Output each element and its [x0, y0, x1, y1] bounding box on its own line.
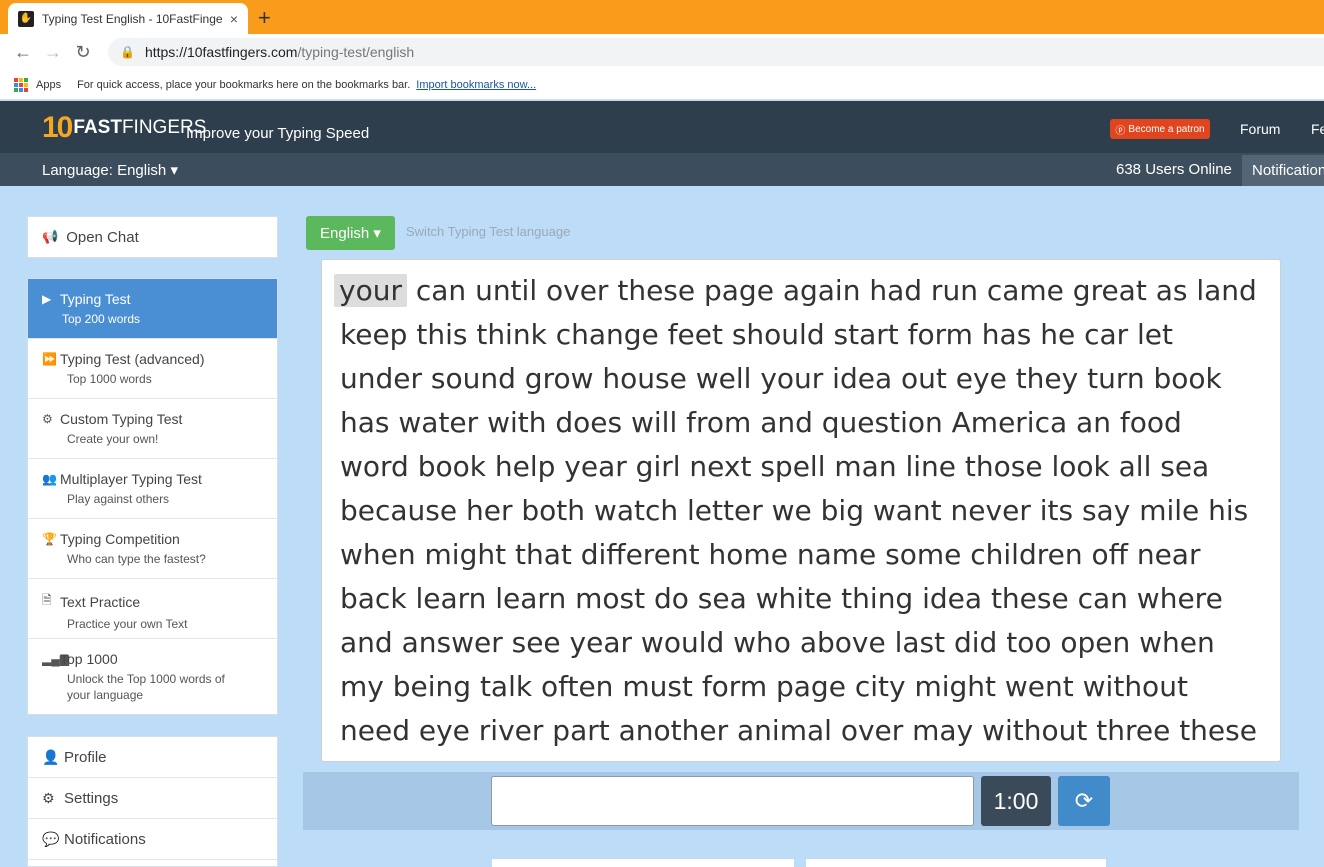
sidebar-item-title: Typing Test: [60, 291, 131, 307]
users-icon: 👥: [42, 472, 57, 486]
language-dropdown[interactable]: Language: English ▾: [42, 161, 178, 179]
browser-toolbar: ← → ↻ 🔒 https://10fastfingers.com/typing…: [0, 34, 1324, 70]
new-tab-icon[interactable]: +: [258, 5, 271, 31]
open-chat-label: Open Chat: [66, 228, 139, 246]
import-bookmarks-link[interactable]: Import bookmarks now...: [416, 79, 536, 91]
sidebar-item-multiplayer[interactable]: 👥 Multiplayer Typing Test Play against ot…: [28, 459, 277, 519]
word-line: and answer see year would who above last…: [340, 626, 1215, 659]
open-chat-button[interactable]: 📢 Open Chat: [27, 216, 278, 258]
url-path: /typing-test/english: [297, 44, 415, 60]
close-tab-icon[interactable]: ×: [230, 11, 238, 27]
language-select-button[interactable]: English ▾: [306, 216, 395, 250]
apps-link[interactable]: Apps: [36, 79, 61, 91]
megaphone-icon: 📢: [42, 229, 59, 244]
refresh-icon: ⟳: [1074, 788, 1094, 813]
users-online-count[interactable]: 638 Users Online: [1116, 161, 1232, 178]
play-icon: ▶: [42, 292, 52, 306]
trophy-icon: 🏆: [42, 532, 57, 546]
bookmarks-hint: For quick access, place your bookmarks h…: [77, 78, 411, 91]
notifications-label: Notifications: [64, 830, 146, 848]
sidebar-item-typing-test[interactable]: ▶ Typing Test Top 200 words: [28, 279, 277, 339]
forum-link[interactable]: Forum: [1240, 121, 1280, 137]
logo-ten: 10: [42, 111, 73, 144]
comment-icon: 💬: [42, 830, 60, 847]
fast-forward-icon: ⏩: [42, 352, 57, 366]
url-bar[interactable]: 🔒 https://10fastfingers.com/typing-test/…: [108, 38, 1324, 66]
sidebar-item-subtitle: Top 1000 words: [67, 372, 152, 386]
sidebar-item-title: Custom Typing Test: [60, 411, 183, 427]
signal-bars-icon: ▂▄▆: [42, 652, 69, 666]
sidebar-item-subtitle: Top 200 words: [62, 312, 141, 326]
sidebar-item-notifications[interactable]: 💬 Notifications: [28, 819, 277, 860]
site-tagline: Improve your Typing Speed: [186, 125, 370, 142]
word-line: need eye river part another animal over …: [340, 714, 1257, 747]
browser-tabbar: ✋ Typing Test English - 10FastFinge × +: [0, 0, 1324, 34]
lock-icon: 🔒: [120, 45, 135, 59]
become-patron-button[interactable]: ⓟ Become a patron: [1110, 119, 1210, 139]
notifications-tab[interactable]: Notifications: [1242, 155, 1324, 186]
site-subbar: Language: English ▾ 638 Users Online Not…: [0, 153, 1324, 186]
back-icon[interactable]: ←: [8, 42, 38, 63]
ad-banner[interactable]: [806, 859, 1106, 867]
sidebar-item-title: Top 1000: [60, 651, 118, 667]
sidebar-item-title: Multiplayer Typing Test: [60, 471, 202, 487]
word-line: back learn learn most do sea white thing…: [340, 582, 1223, 615]
apps-grid-icon[interactable]: [14, 77, 28, 92]
sidebar-item-subtitle: Create your own!: [67, 432, 159, 446]
sidebar-item-custom-typing-test[interactable]: ⚙ Custom Typing Test Create your own!: [28, 399, 277, 459]
word-line: my being talk often must form page city …: [340, 670, 1188, 703]
sidebar-menu: ▶ Typing Test Top 200 words ⏩ Typing Test …: [27, 278, 278, 715]
word-list: your can until over these page again had…: [321, 259, 1281, 762]
tab-title: Typing Test English - 10FastFinge: [42, 11, 223, 26]
countdown-timer: 1:00: [981, 776, 1051, 826]
sidebar-item-subtitle: Who can type the fastest?: [67, 552, 206, 566]
sidebar-item-subtitle: Practice your own Text: [67, 617, 188, 631]
word-line: has water with does will from and questi…: [340, 406, 1182, 439]
sidebar-item-profile[interactable]: 👤 Profile: [28, 737, 277, 778]
word-line: when might that different home name some…: [340, 538, 1201, 571]
reload-page-icon[interactable]: ↻: [68, 42, 98, 63]
browser-tab[interactable]: ✋ Typing Test English - 10FastFinge ×: [8, 3, 248, 34]
document-icon: 🗎: [42, 593, 52, 607]
url-host: https://10fastfingers.com: [144, 44, 298, 60]
typing-input-row: 1:00 ⟳: [303, 772, 1299, 830]
logo-fast: FAST: [73, 117, 122, 138]
sidebar-item-text-practice[interactable]: 🗎 Text Practice Practice your own Text: [28, 579, 277, 639]
site-logo[interactable]: 10 FAST FINGERS: [42, 111, 206, 145]
site-favicon-icon: ✋: [18, 10, 34, 27]
language-hint: Switch Typing Test language: [406, 224, 571, 239]
restart-button[interactable]: ⟳: [1058, 776, 1110, 826]
sidebar-item-title: Typing Test (advanced): [60, 351, 205, 367]
sidebar-item-subtitle: Unlock the Top 1000 words of your langua…: [67, 672, 225, 702]
patron-label: Become a patron: [1128, 123, 1205, 135]
word-line: keep this think change feet should start…: [340, 318, 1174, 351]
settings-label: Settings: [64, 789, 119, 807]
user-icon: 👤: [42, 748, 60, 765]
word-line-text: can until over these page again had run …: [406, 274, 1257, 307]
sidebar-item-title: Text Practice: [60, 593, 141, 610]
sidebar-item-competition[interactable]: 🏆 Typing Competition Who can type the fas…: [28, 519, 277, 579]
sidebar-item-title: Typing Competition: [60, 531, 180, 547]
word-line: because her both watch letter we big wan…: [340, 494, 1249, 527]
sidebar-item-subtitle: Play against others: [67, 492, 170, 506]
word-line: your can until over these page again had…: [334, 269, 1262, 313]
sidebar-item-top-1000[interactable]: ▂▄▆ Top 1000 Unlock the Top 1000 words of…: [28, 639, 277, 715]
gear-icon: ⚙: [42, 789, 55, 806]
typing-input[interactable]: [491, 776, 974, 826]
sidebar-item-typing-test-advanced[interactable]: ⏩ Typing Test (advanced) Top 1000 words: [28, 339, 277, 399]
patreon-icon: ⓟ: [1115, 125, 1126, 137]
word-line: word book help year girl next spell man …: [340, 450, 1210, 483]
profile-menu: 👤 Profile ⚙ Settings 💬 Notifications: [27, 736, 278, 867]
word-line: under sound grow house well your idea ou…: [340, 362, 1222, 395]
bookmarks-bar: Apps For quick access, place your bookma…: [0, 70, 1324, 100]
forward-icon[interactable]: →: [38, 42, 68, 63]
current-word: your: [334, 274, 407, 307]
ad-banner[interactable]: [492, 859, 794, 867]
sidebar-item-settings[interactable]: ⚙ Settings: [28, 778, 277, 819]
header-link-cut[interactable]: Fe: [1311, 121, 1324, 137]
profile-label: Profile: [64, 748, 107, 766]
gears-icon: ⚙: [42, 412, 53, 426]
